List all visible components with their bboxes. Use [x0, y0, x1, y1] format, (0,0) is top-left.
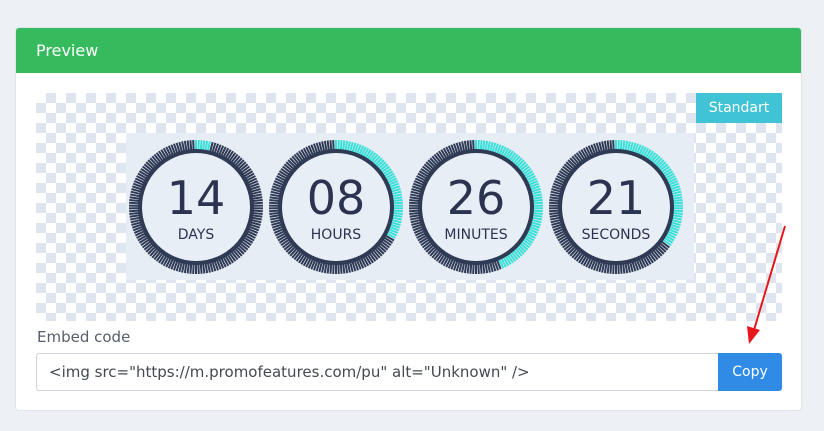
days-value: 14: [166, 171, 226, 225]
card-title: Preview: [36, 41, 99, 60]
card-header: Preview: [16, 28, 801, 73]
seconds-value: 21: [586, 171, 646, 225]
countdown-seconds: 21 SECONDS: [548, 139, 684, 275]
embed-code-row: Copy: [36, 353, 782, 391]
countdown-minutes: 26 MINUTES: [408, 139, 544, 275]
annotation-arrow: [747, 225, 786, 344]
preview-card: Preview Standart 14 DAYS 08 HOURS 26 MIN…: [15, 27, 802, 411]
countdown-days: 14 DAYS: [128, 139, 264, 275]
preview-area: Standart 14 DAYS 08 HOURS 26 MINUTES 21 …: [36, 93, 782, 321]
days-label: DAYS: [177, 227, 215, 243]
embed-code-input[interactable]: [36, 353, 718, 391]
embed-code-label: Embed code: [37, 328, 131, 346]
copy-button[interactable]: Copy: [718, 353, 782, 391]
hours-label: HOURS: [310, 227, 362, 243]
countdown-hours: 08 HOURS: [268, 139, 404, 275]
seconds-label: SECONDS: [581, 227, 651, 243]
hours-value: 08: [306, 171, 366, 225]
minutes-value: 26: [446, 171, 506, 225]
style-badge[interactable]: Standart: [696, 93, 782, 123]
minutes-label: MINUTES: [444, 227, 508, 243]
countdown-timer: 14 DAYS 08 HOURS 26 MINUTES 21 SECONDS: [126, 133, 694, 280]
